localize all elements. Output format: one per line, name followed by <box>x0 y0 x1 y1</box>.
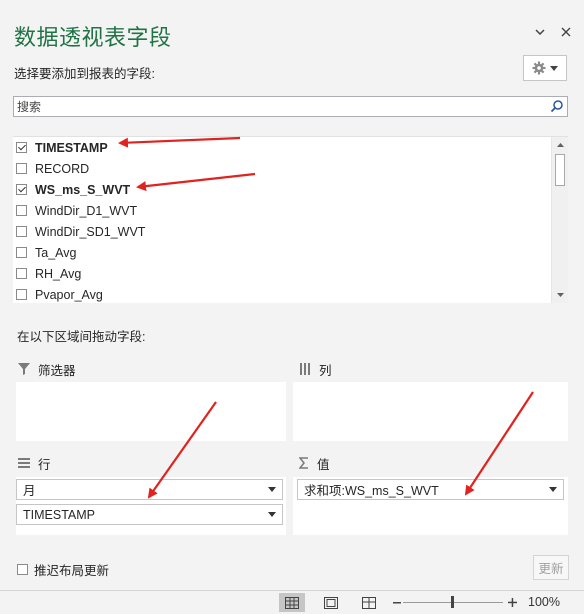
search-input[interactable] <box>14 97 547 116</box>
field-label: RECORD <box>35 161 90 176</box>
page-break-icon <box>362 596 376 609</box>
gear-icon <box>532 61 546 75</box>
defer-checkbox[interactable] <box>17 564 28 575</box>
filters-area-header: 筛选器 <box>18 358 76 380</box>
close-icon <box>561 27 571 37</box>
dropdown-caret-icon[interactable] <box>549 487 557 492</box>
filters-drop-area[interactable] <box>16 382 286 441</box>
search-icon[interactable] <box>550 99 564 118</box>
field-label: WindDir_D1_WVT <box>35 203 138 218</box>
field-label: TIMESTAMP <box>35 140 108 155</box>
field-item-pvapor-avg[interactable]: Pvapor_Avg <box>13 284 103 303</box>
field-checkbox[interactable] <box>16 142 27 153</box>
field-checkbox[interactable] <box>16 289 27 300</box>
columns-area-header: 列 <box>299 358 332 380</box>
field-label: RH_Avg <box>35 266 82 281</box>
task-pane-options-button[interactable] <box>532 24 548 40</box>
close-button[interactable] <box>558 24 574 40</box>
page-break-view-button[interactable] <box>356 593 382 612</box>
field-list: TIMESTAMP RECORD WS_ms_S_WVT WindDir_D1_… <box>13 136 568 303</box>
rows-icon <box>18 458 30 468</box>
field-list-scrollbar[interactable] <box>551 137 568 303</box>
scroll-down-button[interactable] <box>552 287 568 303</box>
field-checkbox[interactable] <box>16 247 27 258</box>
field-item-record[interactable]: RECORD <box>13 158 89 179</box>
field-checkbox[interactable] <box>16 226 27 237</box>
rows-field-month[interactable]: 月 <box>16 479 283 500</box>
rows-field-label: TIMESTAMP <box>23 507 95 522</box>
tools-button[interactable] <box>523 55 567 81</box>
minus-icon <box>393 601 401 603</box>
field-checkbox[interactable] <box>16 205 27 216</box>
defer-label: 推迟布局更新 <box>34 564 110 578</box>
triangle-down-icon <box>556 293 564 297</box>
columns-drop-area[interactable] <box>293 382 568 441</box>
zoom-in-button[interactable] <box>505 593 519 612</box>
filter-icon <box>18 363 30 375</box>
columns-icon <box>300 363 310 375</box>
rows-field-timestamp[interactable]: TIMESTAMP <box>16 504 283 525</box>
chevron-down-icon <box>550 65 558 71</box>
choose-fields-label: 选择要添加到报表的字段: <box>14 67 155 81</box>
pivot-field-pane: 数据透视表字段 选择要添加到报表的字段: 搜索 TIMESTAMP RECORD… <box>0 0 584 590</box>
field-item-timestamp[interactable]: TIMESTAMP <box>13 137 108 158</box>
status-bar: 100% <box>0 590 584 614</box>
plus-icon <box>507 598 517 607</box>
field-item-ws-ms-s-wvt[interactable]: WS_ms_S_WVT <box>13 179 130 200</box>
update-button[interactable]: 更新 <box>533 555 569 580</box>
field-checkbox[interactable] <box>16 184 27 195</box>
field-label: Ta_Avg <box>35 245 77 260</box>
grid-view-icon <box>285 596 299 609</box>
chevron-down-icon <box>535 29 545 35</box>
values-field-sum-ws[interactable]: 求和项:WS_ms_S_WVT <box>297 479 564 500</box>
dropdown-caret-icon[interactable] <box>268 512 276 517</box>
defer-layout-update[interactable]: 推迟布局更新 <box>17 560 109 579</box>
field-label: Pvapor_Avg <box>35 287 103 302</box>
drag-fields-label: 在以下区域间拖动字段: <box>17 330 146 344</box>
scroll-thumb[interactable] <box>555 154 565 186</box>
page-layout-icon <box>324 596 338 609</box>
values-area-label: 值 <box>317 457 330 472</box>
field-item-winddir-sd1-wvt[interactable]: WindDir_SD1_WVT <box>13 221 145 242</box>
sigma-icon <box>299 457 308 469</box>
zoom-out-button[interactable] <box>390 593 404 612</box>
field-item-ta-avg[interactable]: Ta_Avg <box>13 242 76 263</box>
rows-area-header: 行 <box>18 452 51 474</box>
triangle-up-icon <box>556 143 564 147</box>
filters-area-label: 筛选器 <box>38 363 76 378</box>
values-field-label: 求和项:WS_ms_S_WVT <box>304 484 439 498</box>
zoom-level[interactable]: 100% <box>528 595 560 609</box>
dropdown-caret-icon[interactable] <box>268 487 276 492</box>
scroll-up-button[interactable] <box>552 137 568 153</box>
page-layout-view-button[interactable] <box>318 593 344 612</box>
columns-area-label: 列 <box>319 363 332 378</box>
field-label: WS_ms_S_WVT <box>35 182 131 197</box>
normal-view-button[interactable] <box>279 593 305 612</box>
pane-title: 数据透视表字段 <box>14 25 172 50</box>
field-item-rh-avg[interactable]: RH_Avg <box>13 263 81 284</box>
field-checkbox[interactable] <box>16 163 27 174</box>
field-label: WindDir_SD1_WVT <box>35 224 146 239</box>
rows-field-label: 月 <box>23 484 36 498</box>
zoom-slider-thumb[interactable] <box>451 596 454 608</box>
rows-area-label: 行 <box>38 457 51 472</box>
field-checkbox[interactable] <box>16 268 27 279</box>
field-search-box <box>13 96 568 117</box>
values-area-header: 值 <box>299 452 330 474</box>
field-item-winddir-d1-wvt[interactable]: WindDir_D1_WVT <box>13 200 137 221</box>
pane-title-buttons <box>532 24 574 40</box>
